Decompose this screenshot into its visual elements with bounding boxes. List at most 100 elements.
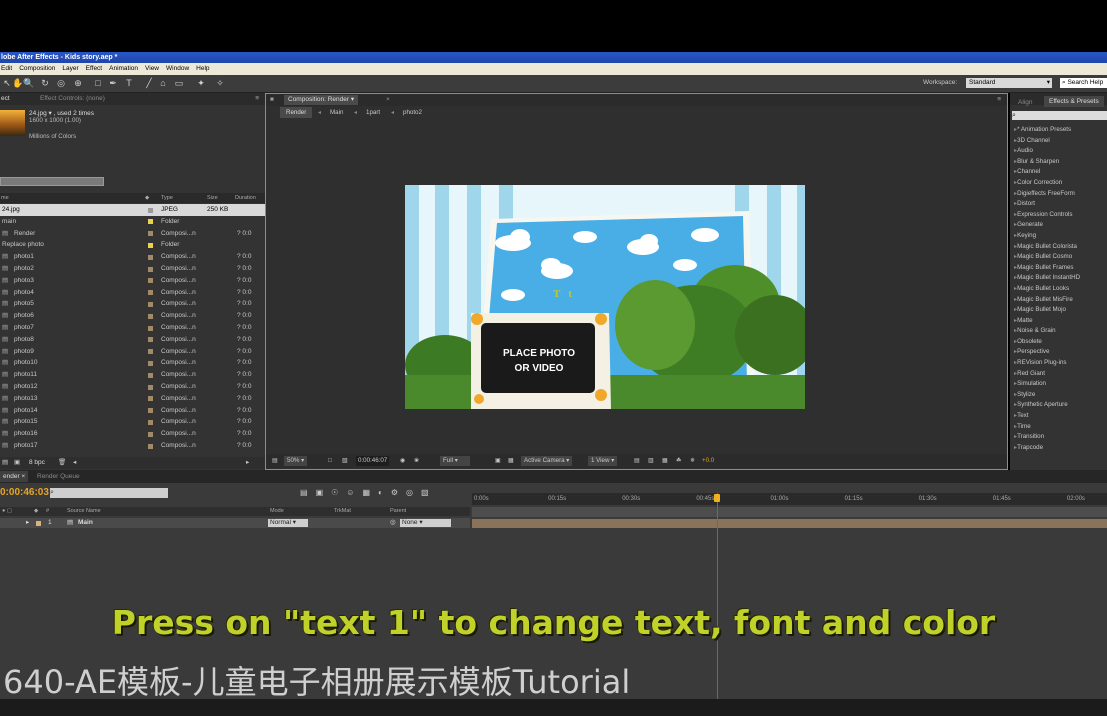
label-color-swatch[interactable]	[148, 242, 153, 248]
draft-3d-icon[interactable]: ☉	[331, 488, 346, 497]
breadcrumb-1part[interactable]: 1part	[366, 106, 380, 120]
rectangle-tool-icon[interactable]: □	[93, 78, 103, 88]
tab-effects-presets[interactable]: Effects & Presets	[1044, 96, 1104, 107]
effect-category-item[interactable]: Magic Bullet InstantHD	[1014, 273, 1107, 284]
label-color-swatch[interactable]	[148, 349, 153, 355]
snapshot-icon[interactable]: ◉	[400, 454, 405, 468]
current-time-display[interactable]: 0:00:46:07	[356, 456, 390, 466]
effects-search-input[interactable]: ⌕	[1012, 111, 1107, 120]
project-item-row[interactable]: ▤ photo1 Composi...n ? 0:0	[0, 251, 265, 263]
label-color-swatch[interactable]	[148, 313, 153, 319]
camera-orbit-icon[interactable]: ◎	[56, 78, 66, 88]
effect-category-item[interactable]: Color Correction	[1014, 178, 1107, 189]
project-item-row[interactable]: ▤ photo8 Composi...n ? 0:0	[0, 334, 265, 346]
tab-effect-controls[interactable]: Effect Controls: (none)	[40, 93, 105, 105]
label-color-swatch[interactable]	[148, 372, 153, 378]
menu-effect[interactable]: Effect	[86, 65, 103, 72]
project-item-row[interactable]: ▤ photo14 Composi...n ? 0:0	[0, 405, 265, 417]
label-color-swatch[interactable]	[148, 219, 153, 225]
label-color-swatch[interactable]	[148, 396, 153, 402]
breadcrumb-render[interactable]: Render	[280, 107, 313, 118]
mask-visibility-icon[interactable]: ▧	[342, 454, 348, 468]
pen-tool-icon[interactable]: ✒	[108, 78, 118, 88]
flowchart-icon[interactable]: ☘	[676, 454, 682, 468]
expand-layer-icon[interactable]: ▸	[26, 518, 29, 528]
project-item-row[interactable]: ▤ photo5 Composi...n ? 0:0	[0, 298, 265, 310]
show-channel-icon[interactable]: ❀	[414, 454, 419, 468]
layer-name[interactable]: Main	[78, 518, 93, 528]
tab-project[interactable]: ect	[1, 95, 10, 102]
col-duration[interactable]: Duration	[235, 193, 256, 203]
clone-stamp-icon[interactable]: ⌂	[158, 78, 168, 88]
col-trkmat[interactable]: TrkMat	[334, 507, 351, 516]
effect-category-item[interactable]: Trapcode	[1014, 443, 1107, 454]
effect-category-item[interactable]: Blur & Sharpen	[1014, 157, 1107, 168]
col-mode[interactable]: Mode	[270, 507, 284, 516]
panel-menu-icon[interactable]: ≡	[255, 93, 259, 105]
breadcrumb-main[interactable]: Main	[330, 106, 343, 120]
rotate-tool-icon[interactable]: ↻	[40, 78, 50, 88]
menu-layer[interactable]: Layer	[62, 65, 78, 72]
menu-view[interactable]: View	[145, 65, 159, 72]
workspace-select[interactable]: Standard ▾	[966, 78, 1052, 88]
layer-duration-bar[interactable]	[472, 519, 1107, 528]
effect-category-item[interactable]: Magic Bullet Frames	[1014, 263, 1107, 274]
project-item-row[interactable]: main Folder	[0, 216, 265, 228]
project-item-row[interactable]: ▤ photo15 Composi...n ? 0:0	[0, 416, 265, 428]
bpc-label[interactable]: 8 bpc	[29, 457, 45, 469]
col-name[interactable]: me	[1, 193, 9, 203]
new-folder-icon[interactable]: ▣	[14, 457, 20, 469]
col-source-name[interactable]: Source Name	[67, 507, 101, 516]
effect-category-item[interactable]: Transition	[1014, 432, 1107, 443]
shy-layers-icon[interactable]: ☺	[346, 488, 362, 497]
project-item-row[interactable]: ▤ photo16 Composi...n ? 0:0	[0, 428, 265, 440]
effect-category-item[interactable]: Channel	[1014, 167, 1107, 178]
project-search-input[interactable]	[0, 177, 104, 186]
panel-menu-icon[interactable]: ≡	[997, 94, 1001, 106]
label-color-swatch[interactable]	[148, 231, 153, 237]
menu-composition[interactable]: Composition	[19, 65, 55, 72]
project-item-row[interactable]: ▤ photo10 Composi...n ? 0:0	[0, 357, 265, 369]
effect-category-item[interactable]: Magic Bullet Colorista	[1014, 242, 1107, 253]
tab-render[interactable]: ender ×	[0, 471, 29, 482]
effect-category-item[interactable]: Expression Controls	[1014, 210, 1107, 221]
frame-blending-icon[interactable]: ▦	[362, 488, 378, 497]
zoom-select[interactable]: 50% ▾	[284, 456, 308, 466]
project-item-row[interactable]: ▤ photo12 Composi...n ? 0:0	[0, 381, 265, 393]
zoom-tool-icon[interactable]: 🔍	[23, 78, 34, 88]
project-item-row[interactable]: ▤ photo11 Composi...n ? 0:0	[0, 369, 265, 381]
brush-tool-icon[interactable]: ╱	[144, 78, 154, 88]
layer-row[interactable]: ▸ 1 ▤ Main Normal ▾ ◎ None ▾	[0, 518, 470, 528]
effect-category-item[interactable]: Magic Bullet Mojo	[1014, 305, 1107, 316]
label-color-swatch[interactable]	[148, 443, 153, 449]
transparency-grid-icon[interactable]: ▦	[508, 454, 514, 468]
pan-behind-icon[interactable]: ⊕	[73, 78, 83, 88]
effect-category-item[interactable]: Magic Bullet Cosmo	[1014, 252, 1107, 263]
project-item-row[interactable]: ▤ photo9 Composi...n ? 0:0	[0, 346, 265, 358]
time-ruler[interactable]: 0:00s 00:15s 00:30s 00:45s 01:00s 01:15s 01:30…	[472, 493, 1107, 505]
puppet-pin-icon[interactable]: ✧	[215, 78, 225, 88]
effect-category-item[interactable]: Audio	[1014, 146, 1107, 157]
label-color-swatch[interactable]	[148, 254, 153, 260]
effect-category-item[interactable]: Noise & Grain	[1014, 326, 1107, 337]
motion-blur-icon[interactable]: ◐	[378, 488, 391, 497]
label-color-swatch[interactable]	[148, 266, 153, 272]
breadcrumb-photo2[interactable]: photo2	[403, 106, 422, 120]
auto-keyframe-icon[interactable]: ◎	[406, 488, 421, 497]
blend-mode-select[interactable]: Normal ▾	[268, 519, 309, 527]
playhead-handle[interactable]	[714, 494, 721, 502]
effect-category-item[interactable]: 3D Channel	[1014, 136, 1107, 147]
project-item-row[interactable]: ▤ photo17 Composi...n ? 0:0	[0, 440, 265, 451]
project-item-row[interactable]: ▤ photo2 Composi...n ? 0:0	[0, 263, 265, 275]
text-layer-glyphs[interactable]: T t	[553, 288, 572, 300]
always-preview-icon[interactable]: ▤	[272, 454, 278, 468]
timeline-search-input[interactable]: ⌕	[50, 488, 168, 498]
label-color-swatch[interactable]	[148, 431, 153, 437]
eraser-tool-icon[interactable]: ▭	[174, 78, 184, 88]
effect-category-item[interactable]: Matte	[1014, 316, 1107, 327]
project-item-row[interactable]: ▤ Render Composi...n ? 0:0	[0, 228, 265, 240]
fast-previews-icon[interactable]: ▥	[648, 454, 654, 468]
interpret-footage-icon[interactable]: ▤	[2, 457, 8, 469]
effect-category-item[interactable]: Perspective	[1014, 347, 1107, 358]
effect-category-item[interactable]: Simulation	[1014, 379, 1107, 390]
